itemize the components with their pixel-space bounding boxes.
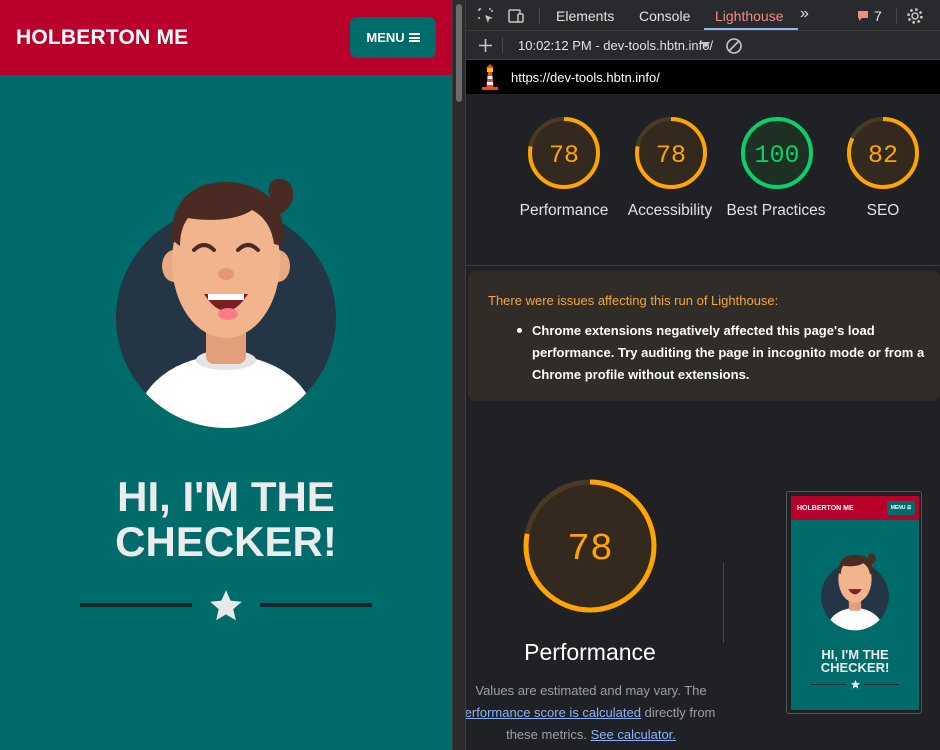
score-value-accessibility: 78 xyxy=(656,141,686,170)
audited-url[interactable]: https://dev-tools.hbtn.info/ xyxy=(511,70,660,85)
vertical-divider xyxy=(723,563,724,643)
issues-counter[interactable]: 7 xyxy=(856,8,882,24)
score-gauge-performance[interactable]: 78 xyxy=(527,116,601,190)
score-value-seo: 82 xyxy=(868,141,898,170)
panel-splitter[interactable] xyxy=(452,0,466,750)
screen: HOLBERTON ME MENU HI, I'M THE CHECKER! E… xyxy=(0,0,940,750)
section-divider xyxy=(466,265,940,266)
note-line2-tail: directly from xyxy=(640,705,716,720)
page-screenshot-thumbnail[interactable]: HOLBERTON ME MENU ☰ HI, I'M THE CHECKER! xyxy=(786,491,922,714)
score-value-performance: 78 xyxy=(549,141,579,170)
score-label-accessibility: Accessibility xyxy=(627,202,713,219)
performance-score-link[interactable]: Performance score is calculated xyxy=(466,705,641,720)
issues-icon xyxy=(858,11,868,21)
website-viewport: HOLBERTON ME MENU HI, I'M THE CHECKER! xyxy=(0,0,452,750)
hamburger-icon xyxy=(408,33,420,42)
thumb-heading-line2: CHECKER! xyxy=(820,660,890,675)
scrollbar-thumb[interactable] xyxy=(456,4,462,102)
divider-line-left xyxy=(80,603,192,607)
bullet-icon xyxy=(517,328,522,333)
site-navbar: HOLBERTON ME MENU xyxy=(0,0,452,75)
thumb-brand: HOLBERTON ME xyxy=(797,505,854,512)
note-line2: Performance score is calculated directly… xyxy=(466,702,726,724)
big-score-label: Performance xyxy=(524,639,656,665)
score-label-seo: SEO xyxy=(866,202,900,219)
devtools-tabbar: Elements Console Lighthouse » 7 xyxy=(466,0,940,31)
menu-label: MENU xyxy=(366,30,405,45)
audited-url-bar: https://dev-tools.hbtn.info/ xyxy=(466,60,940,94)
devtools-panel: Elements Console Lighthouse » 7 10:02:12… xyxy=(466,0,940,750)
score-gauge-accessibility[interactable]: 78 xyxy=(634,116,708,190)
score-label-performance: Performance xyxy=(519,202,609,219)
warning-item: Chrome extensions negatively affected th… xyxy=(532,323,925,382)
divider-line-right xyxy=(260,603,372,607)
clear-icon[interactable] xyxy=(725,37,743,55)
active-tab-indicator xyxy=(704,28,798,30)
thumb-menu-button: MENU ☰ xyxy=(887,501,915,515)
score-value-best-practices: 100 xyxy=(754,141,799,170)
tab-lighthouse[interactable]: Lighthouse xyxy=(715,8,784,24)
hero-heading: HI, I'M THE CHECKER! xyxy=(0,474,452,564)
more-tabs-icon[interactable]: » xyxy=(800,5,809,23)
device-toolbar-icon[interactable] xyxy=(506,6,526,26)
thumb-heading: HI, I'M THE CHECKER! xyxy=(791,648,919,674)
thumb-divider-right xyxy=(864,684,899,685)
big-score-gauge-performance[interactable]: 78 xyxy=(522,478,658,614)
note-line3-head: these metrics. xyxy=(506,727,591,742)
note-line1: Values are estimated and may vary. The xyxy=(475,683,707,698)
settings-gear-icon[interactable] xyxy=(905,6,925,26)
hero-heading-line2: CHECKER! xyxy=(115,518,337,565)
report-selector[interactable]: 10:02:12 PM - dev-tools.hbtn.info/ xyxy=(518,38,714,53)
score-label-best-practices: Best Practices xyxy=(726,202,826,219)
lighthouse-logo-icon xyxy=(482,64,498,90)
score-gauge-best-practices[interactable]: 100 xyxy=(740,116,814,190)
warning-title: There were issues affecting this run of … xyxy=(488,293,779,308)
runtime-warning: There were issues affecting this run of … xyxy=(468,271,940,401)
thumb-avatar xyxy=(821,553,889,631)
issues-count: 7 xyxy=(874,8,882,24)
dropdown-caret-icon[interactable] xyxy=(701,42,710,49)
thumb-divider-left xyxy=(811,684,846,685)
menu-button[interactable]: MENU xyxy=(350,17,436,58)
tab-console[interactable]: Console xyxy=(639,8,690,24)
tab-elements[interactable]: Elements xyxy=(556,8,614,24)
inspect-icon[interactable] xyxy=(476,6,496,26)
hero-heading-line1: HI, I'M THE xyxy=(117,473,335,520)
big-score-value: 78 xyxy=(567,528,613,571)
lighthouse-toolbar: 10:02:12 PM - dev-tools.hbtn.info/ xyxy=(466,31,940,60)
thumb-star-icon xyxy=(850,679,861,689)
star-icon xyxy=(210,590,242,621)
note-line3: these metrics. See calculator. xyxy=(466,724,716,746)
site-brand[interactable]: HOLBERTON ME xyxy=(16,26,188,50)
add-icon[interactable] xyxy=(478,38,493,53)
avatar-illustration xyxy=(116,178,336,428)
thumb-navbar: HOLBERTON ME MENU ☰ xyxy=(791,496,919,520)
see-calculator-link[interactable]: See calculator. xyxy=(591,727,676,742)
score-gauge-seo[interactable]: 82 xyxy=(846,116,920,190)
